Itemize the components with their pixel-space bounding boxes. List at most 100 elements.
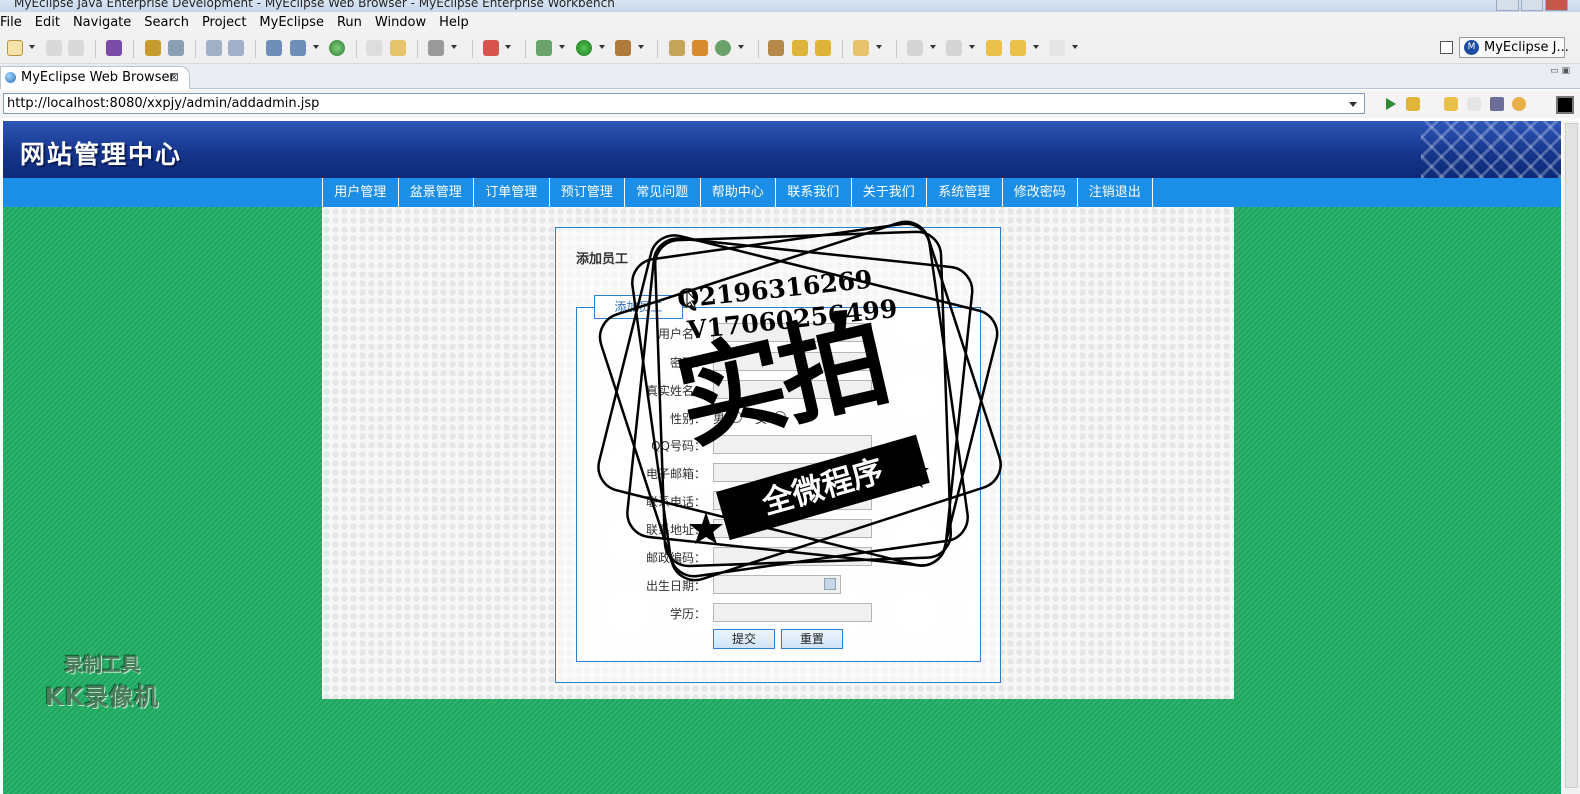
birthday-input[interactable] bbox=[713, 575, 841, 594]
globe-icon[interactable] bbox=[329, 40, 345, 56]
chevron-down-icon[interactable] bbox=[313, 45, 319, 49]
open-folder-icon[interactable] bbox=[366, 40, 382, 56]
chevron-down-icon[interactable] bbox=[1033, 45, 1039, 49]
menu-window[interactable]: Window bbox=[369, 15, 433, 30]
chevron-down-icon[interactable] bbox=[876, 45, 882, 49]
chevron-down-icon[interactable] bbox=[451, 45, 457, 49]
chevron-down-icon[interactable] bbox=[505, 45, 511, 49]
new-file-icon[interactable] bbox=[7, 40, 23, 56]
menu-help[interactable]: Help bbox=[433, 15, 476, 30]
password-input[interactable] bbox=[713, 352, 872, 371]
debug-icon[interactable] bbox=[536, 40, 552, 56]
reset-button[interactable]: 重置 bbox=[781, 629, 843, 649]
new-interface-icon[interactable] bbox=[715, 40, 731, 56]
nav-system-management[interactable]: 系统管理 bbox=[926, 178, 1002, 207]
open-perspective-icon[interactable] bbox=[1440, 41, 1453, 54]
tab-web-browser[interactable]: MyEclipse Web Browser ⊠ bbox=[0, 66, 190, 89]
chevron-down-icon[interactable] bbox=[1072, 45, 1078, 49]
menu-search[interactable]: Search bbox=[138, 15, 196, 30]
qq-input[interactable] bbox=[713, 435, 872, 454]
submit-button[interactable]: 提交 bbox=[713, 629, 775, 649]
perspective-switcher[interactable]: M MyEclipse J... bbox=[1459, 37, 1569, 58]
panel-title: 添加员工 bbox=[576, 252, 629, 267]
back-arrow-icon[interactable] bbox=[1010, 40, 1026, 56]
education-input[interactable] bbox=[713, 603, 872, 622]
search-icon[interactable] bbox=[206, 40, 222, 56]
browser-options-icon[interactable] bbox=[1556, 96, 1574, 114]
menu-run[interactable]: Run bbox=[331, 15, 369, 30]
nav-faq[interactable]: 常见问题 bbox=[624, 178, 700, 207]
open-resource-icon[interactable] bbox=[815, 40, 831, 56]
minimize-button[interactable] bbox=[1496, 0, 1519, 11]
folder-icon[interactable] bbox=[853, 40, 869, 56]
username-input[interactable] bbox=[713, 323, 872, 342]
nav-about-us[interactable]: 关于我们 bbox=[850, 178, 927, 207]
chevron-down-icon[interactable] bbox=[599, 45, 605, 49]
nav-user-management[interactable]: 用户管理 bbox=[322, 178, 398, 207]
minimize-maximize-icon[interactable]: ▭ ▣ bbox=[1550, 66, 1570, 76]
chevron-down-icon[interactable] bbox=[559, 45, 565, 49]
new-class-icon[interactable] bbox=[483, 40, 499, 56]
nav-order-management[interactable]: 订单管理 bbox=[473, 178, 549, 207]
new-java-class-icon[interactable] bbox=[692, 40, 708, 56]
menu-myeclipse[interactable]: MyEclipse bbox=[253, 15, 331, 30]
forward-arrow-icon[interactable] bbox=[1049, 40, 1065, 56]
back-icon[interactable] bbox=[1444, 97, 1458, 111]
url-input[interactable]: http://localhost:8080/xxpjy/admin/addadm… bbox=[3, 93, 1365, 114]
favorites-icon[interactable] bbox=[1406, 97, 1420, 111]
scrollbar-thumb[interactable] bbox=[1565, 123, 1578, 788]
save-icon[interactable] bbox=[46, 40, 62, 56]
vertical-scrollbar[interactable] bbox=[1563, 121, 1580, 794]
chevron-down-icon[interactable] bbox=[969, 45, 975, 49]
go-icon[interactable] bbox=[1386, 98, 1396, 110]
export-icon[interactable] bbox=[390, 40, 406, 56]
nav-logout[interactable]: 注销退出 bbox=[1077, 178, 1153, 207]
phone-label: 联系电话： bbox=[645, 495, 706, 509]
chevron-down-icon[interactable] bbox=[29, 45, 35, 49]
window-controls[interactable] bbox=[1496, 0, 1569, 11]
forward-icon[interactable] bbox=[1467, 97, 1481, 111]
package-icon[interactable] bbox=[106, 40, 122, 56]
phone-input[interactable] bbox=[713, 491, 872, 510]
nav-change-password[interactable]: 修改密码 bbox=[1001, 178, 1078, 207]
maximize-button[interactable] bbox=[1520, 0, 1544, 11]
postcode-input[interactable] bbox=[713, 547, 872, 566]
external-tools-icon[interactable] bbox=[615, 40, 631, 56]
new-web-project-icon[interactable] bbox=[266, 40, 282, 56]
nav-bonsai-management[interactable]: 盆景管理 bbox=[397, 178, 474, 207]
run-icon[interactable] bbox=[576, 40, 592, 56]
open-type-icon[interactable] bbox=[768, 40, 784, 56]
address-input[interactable] bbox=[713, 519, 872, 538]
print-icon[interactable] bbox=[68, 40, 84, 56]
stop-icon[interactable] bbox=[1490, 97, 1504, 111]
menu-file[interactable]: File bbox=[0, 15, 29, 30]
nav-contact-us[interactable]: 联系我们 bbox=[775, 178, 851, 207]
previous-annotation-icon[interactable] bbox=[946, 40, 962, 56]
search-file-icon[interactable] bbox=[228, 40, 244, 56]
gender-male-radio[interactable] bbox=[730, 411, 742, 423]
realname-input[interactable] bbox=[713, 380, 872, 399]
server-icon[interactable] bbox=[168, 40, 184, 56]
chevron-down-icon[interactable] bbox=[930, 45, 936, 49]
camera-icon[interactable] bbox=[428, 40, 444, 56]
menu-edit[interactable]: Edit bbox=[29, 15, 67, 30]
close-window-button[interactable] bbox=[1545, 0, 1569, 11]
menu-project[interactable]: Project bbox=[196, 15, 253, 30]
nav-help-center[interactable]: 帮助中心 bbox=[699, 178, 776, 207]
refresh-icon[interactable] bbox=[1512, 97, 1526, 111]
chevron-down-icon[interactable] bbox=[638, 45, 644, 49]
menu-navigate[interactable]: Navigate bbox=[67, 15, 138, 30]
chevron-down-icon[interactable] bbox=[738, 45, 744, 49]
last-edit-icon[interactable] bbox=[986, 40, 1002, 56]
rocket-icon[interactable] bbox=[792, 40, 808, 56]
gender-female-radio[interactable] bbox=[774, 411, 786, 423]
email-input[interactable] bbox=[713, 463, 872, 482]
close-tab-icon[interactable]: ⊠ bbox=[169, 67, 179, 88]
new-package-icon[interactable] bbox=[669, 40, 685, 56]
new-web-file-icon[interactable] bbox=[290, 40, 306, 56]
nav-reservation-management[interactable]: 预订管理 bbox=[548, 178, 625, 207]
next-annotation-icon[interactable] bbox=[907, 40, 923, 56]
deploy-icon[interactable] bbox=[145, 40, 161, 56]
chevron-down-icon[interactable] bbox=[1349, 102, 1357, 107]
calendar-icon[interactable] bbox=[824, 578, 836, 590]
